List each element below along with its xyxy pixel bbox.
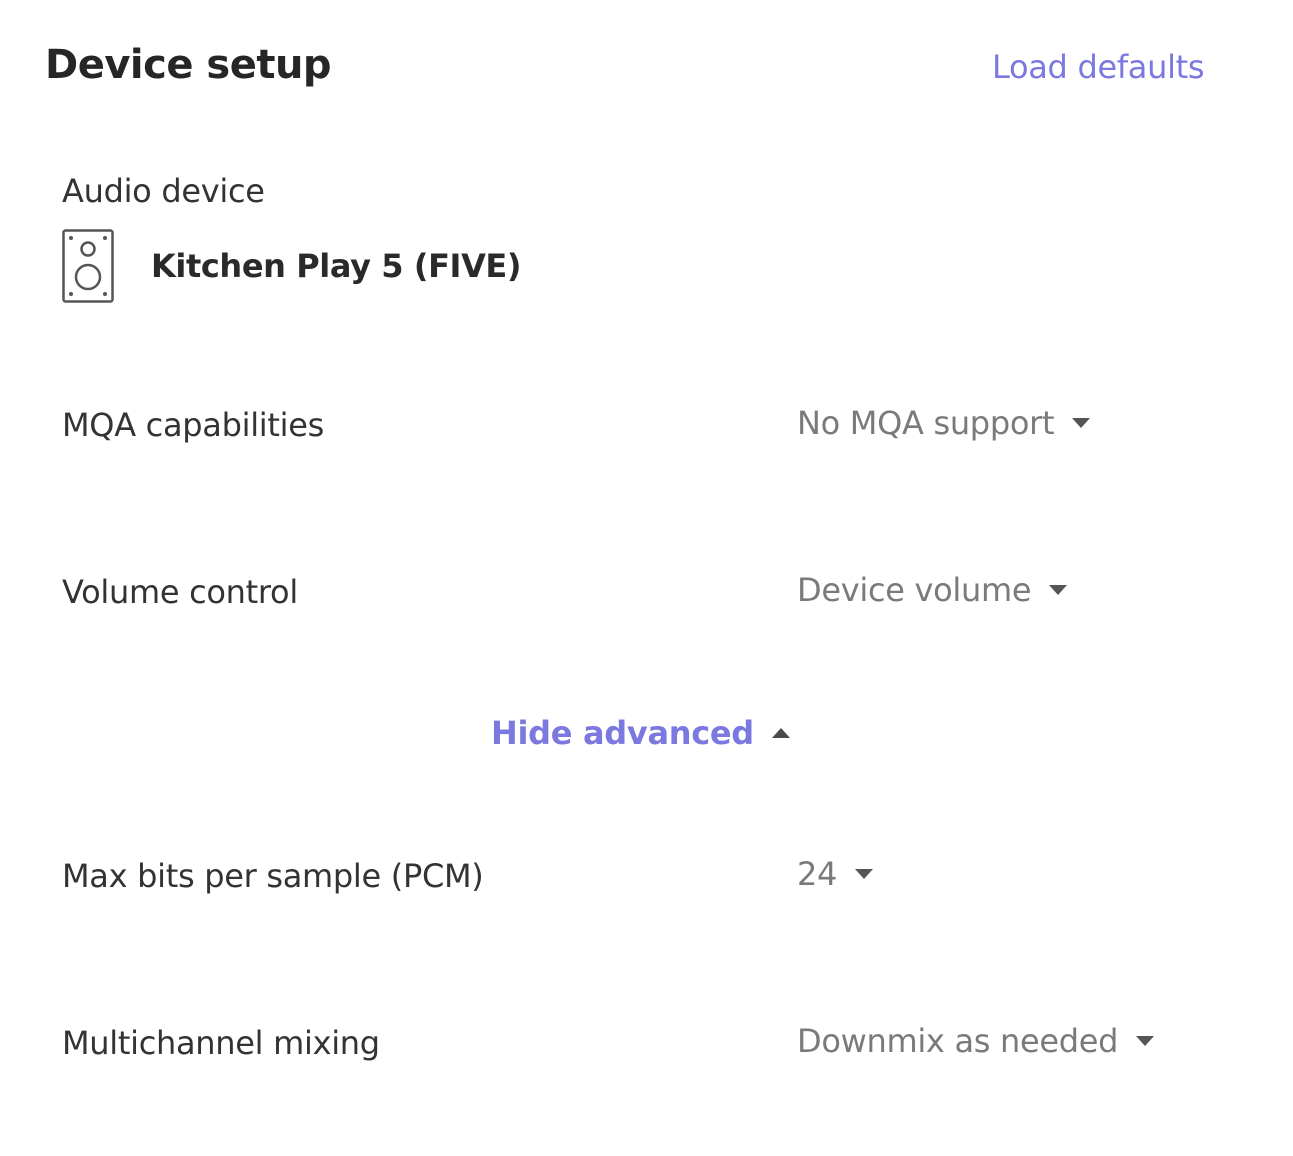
max-bits-dropdown[interactable]: 24 [797,855,874,893]
chevron-down-icon [1072,418,1091,428]
hide-advanced-toggle[interactable]: Hide advanced [491,714,790,752]
speaker-icon [62,229,114,303]
multichannel-mixing-dropdown[interactable]: Downmix as needed [797,1022,1155,1060]
multichannel-mixing-label: Multichannel mixing [62,1024,380,1062]
chevron-down-icon [1136,1036,1155,1046]
volume-control-label: Volume control [62,573,298,611]
mqa-capabilities-dropdown[interactable]: No MQA support [797,404,1091,442]
multichannel-mixing-value: Downmix as needed [797,1022,1119,1060]
audio-device-name: Kitchen Play 5 (FIVE) [151,247,522,285]
load-defaults-link[interactable]: Load defaults [992,48,1205,86]
max-bits-value: 24 [797,855,838,893]
mqa-capabilities-label: MQA capabilities [62,406,324,444]
page-title: Device setup [45,42,332,88]
volume-control-dropdown[interactable]: Device volume [797,571,1068,609]
audio-device-selector[interactable]: Kitchen Play 5 (FIVE) [62,229,522,303]
chevron-up-icon [771,728,790,738]
max-bits-label: Max bits per sample (PCM) [62,857,484,895]
hide-advanced-label: Hide advanced [491,714,754,752]
chevron-down-icon [1049,585,1068,595]
chevron-down-icon [855,869,874,879]
audio-device-label: Audio device [62,172,265,210]
volume-control-value: Device volume [797,571,1032,609]
mqa-capabilities-value: No MQA support [797,404,1055,442]
